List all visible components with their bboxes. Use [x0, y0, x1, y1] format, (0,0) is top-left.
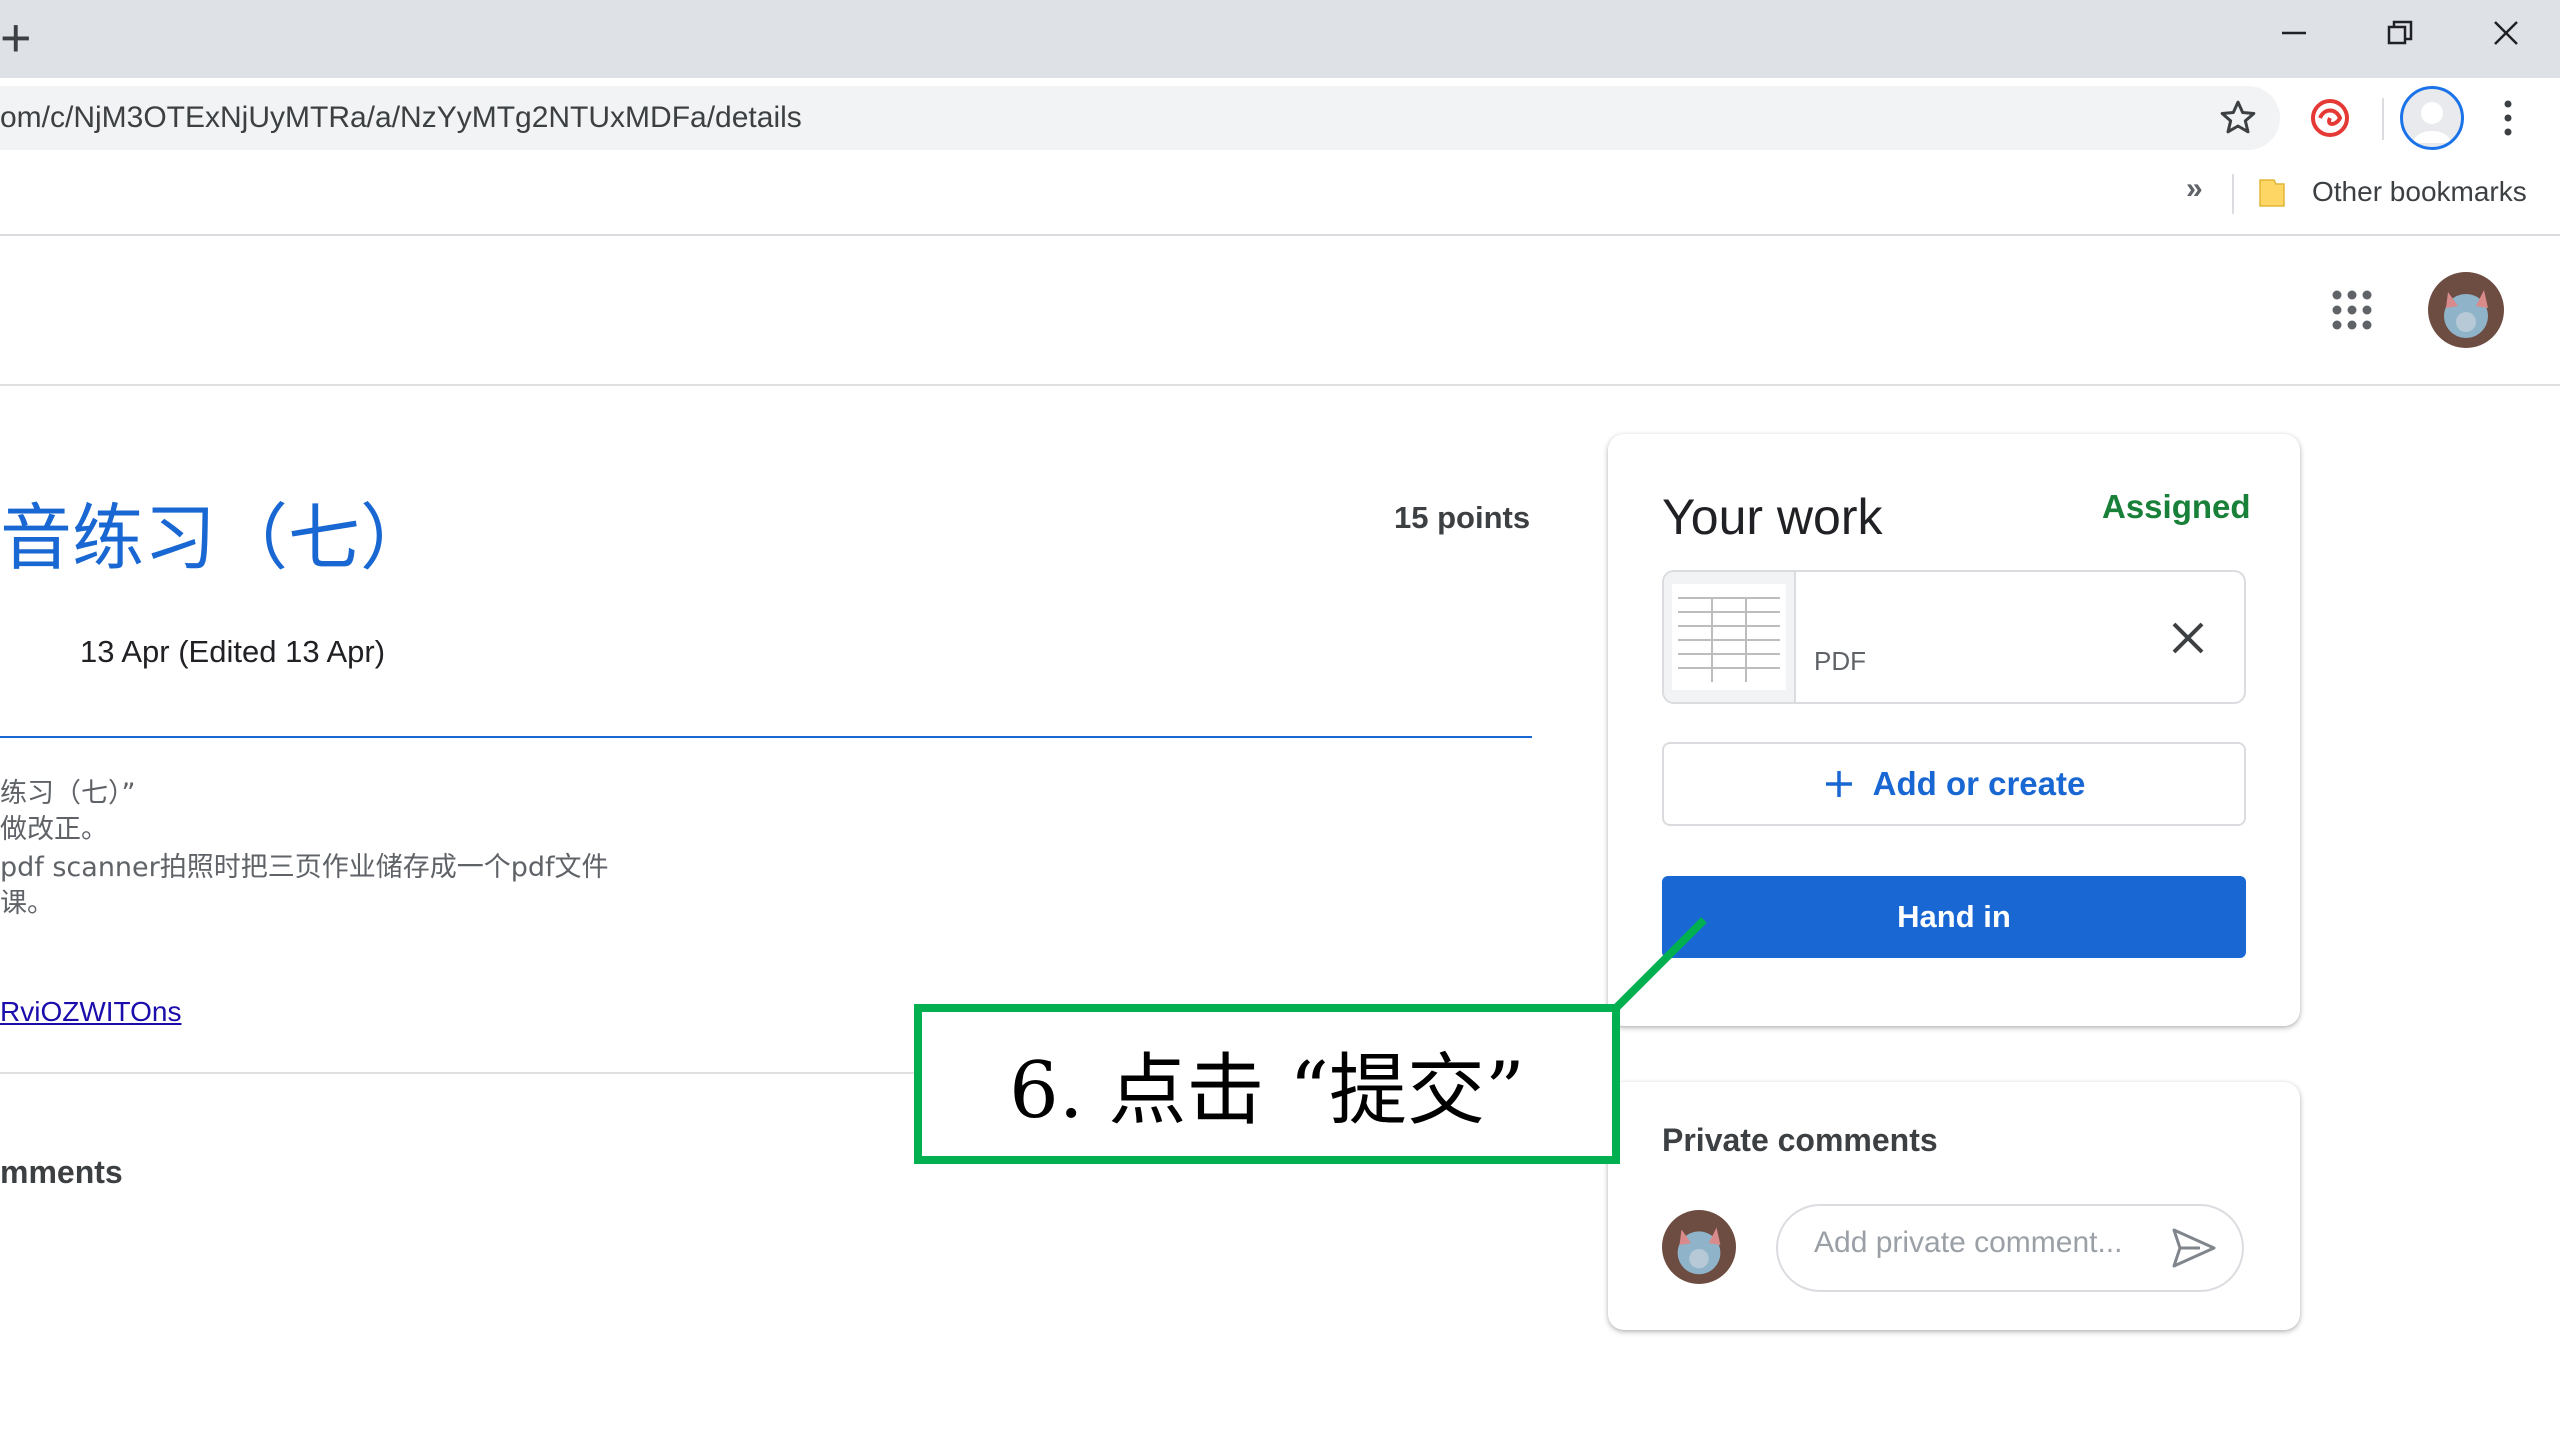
new-tab-button[interactable]: +	[0, 8, 40, 68]
restore-icon	[2387, 20, 2413, 45]
avatar[interactable]	[2428, 272, 2504, 348]
points-label: 15 points	[1394, 500, 1531, 535]
add-or-create-button[interactable]: Add or create	[1662, 742, 2246, 826]
classroom-header	[0, 236, 2560, 386]
description-line: 做改正。	[0, 814, 108, 845]
close-icon	[2494, 21, 2518, 45]
assignment-title: 音练习（七）	[0, 496, 433, 580]
status-badge: Assigned	[2102, 488, 2251, 525]
annotation-text: 6. 点击 “提交”	[1009, 1046, 1525, 1136]
description-line: 练习（七）”	[0, 778, 136, 809]
profile-button[interactable]	[2400, 86, 2464, 150]
annotation-leader-line	[1613, 917, 1707, 1011]
restore-button[interactable]	[2350, 0, 2450, 66]
pdf-thumbnail-image	[1672, 584, 1786, 690]
close-window-button[interactable]	[2456, 0, 2556, 66]
apps-icon[interactable]	[2330, 288, 2374, 332]
your-work-title: Your work	[1662, 489, 1883, 545]
pdf-thumbnail	[1664, 572, 1796, 702]
tab-strip	[0, 0, 2560, 78]
folder-icon	[2259, 179, 2285, 207]
hand-in-button[interactable]: Hand in	[1662, 876, 2246, 958]
other-bookmarks-button[interactable]: Other bookmarks	[2312, 172, 2527, 212]
title-divider	[0, 736, 1532, 738]
more-vert-icon[interactable]	[2496, 96, 2520, 140]
private-comments-title: Private comments	[1662, 1122, 1938, 1158]
add-or-create-label: Add or create	[1872, 765, 2086, 802]
description-line: 课。	[0, 888, 54, 919]
assignment-date: 13 Apr (Edited 13 Apr)	[80, 634, 386, 669]
description-link[interactable]: RviOZWITOns	[0, 996, 181, 1028]
plus-icon: +	[0, 8, 32, 68]
minimize-icon	[2282, 31, 2306, 35]
attachment-chip[interactable]: PDF	[1662, 570, 2246, 704]
extension-icon[interactable]	[2308, 96, 2352, 140]
star-icon[interactable]	[2218, 98, 2258, 138]
minimize-button[interactable]	[2244, 0, 2344, 66]
class-comments-heading: mments	[0, 1154, 123, 1190]
avatar-image	[2428, 272, 2504, 348]
attachment-type: PDF	[1814, 646, 1866, 676]
private-comment-placeholder: Add private comment...	[1814, 1226, 2123, 1259]
url-text[interactable]: om/c/NjM3OTExNjUyMTRa/a/NzYyMTg2NTUxMDFa…	[0, 86, 802, 150]
remove-attachment-icon[interactable]	[2162, 612, 2214, 664]
hand-in-label: Hand in	[1897, 899, 2011, 934]
profile-icon	[2413, 102, 2451, 143]
bookmarks-overflow-button[interactable]: »	[2186, 172, 2203, 206]
bookmarks-bar	[0, 158, 2560, 236]
avatar	[1662, 1210, 1736, 1284]
avatar-image	[1662, 1210, 1736, 1284]
bookmarks-divider	[2232, 174, 2234, 214]
send-icon[interactable]	[2170, 1226, 2218, 1270]
description-line: pdf scanner拍照时把三页作业储存成一个pdf文件	[0, 852, 609, 883]
toolbar-divider	[2382, 98, 2384, 140]
plus-icon	[1825, 771, 1852, 797]
